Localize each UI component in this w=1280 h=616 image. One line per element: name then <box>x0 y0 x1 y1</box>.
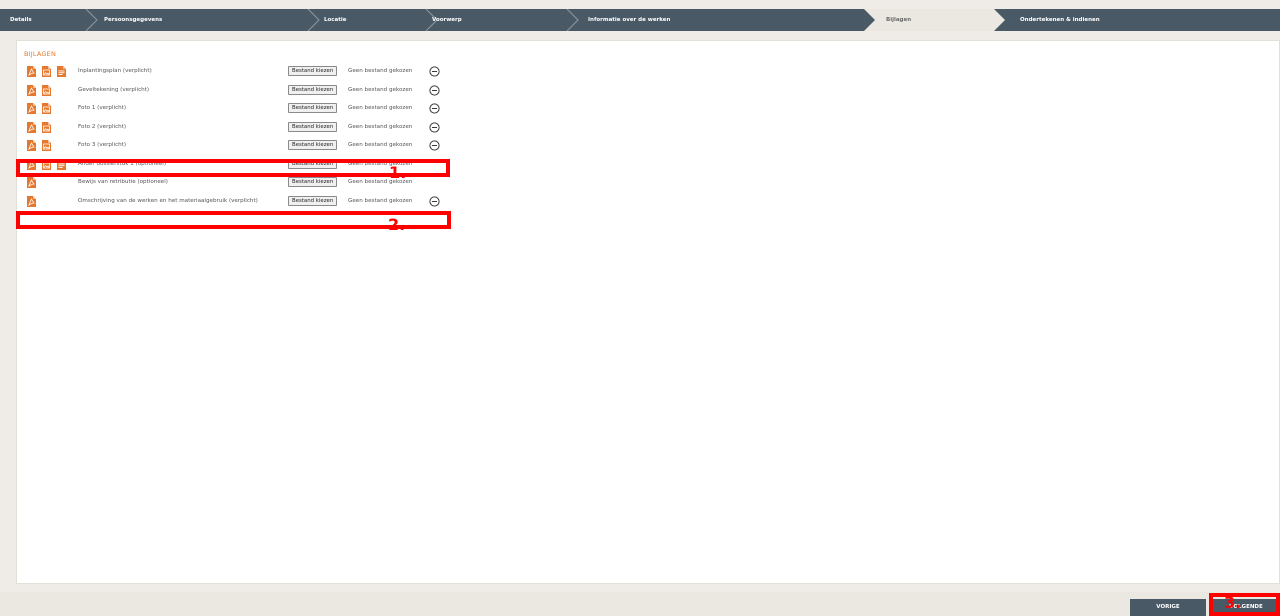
pdf-icon[interactable] <box>27 121 36 133</box>
attachment-label: Bewijs van retributie (optioneel) <box>78 179 168 185</box>
attachment-label: Foto 1 (verplicht) <box>78 105 127 111</box>
remove-circle-icon[interactable] <box>429 121 440 133</box>
document-icon[interactable] <box>57 66 66 77</box>
file-status: Geen bestand gekozen <box>348 197 413 204</box>
step-informatie-over-de-werken[interactable]: Informatie over de werken <box>576 9 866 31</box>
remove-circle-icon[interactable] <box>429 140 440 151</box>
file-status: Geen bestand gekozen <box>348 86 413 93</box>
attachment-label: Inplantingsplan (verplicht) <box>78 68 152 74</box>
image-icon[interactable] <box>42 66 51 77</box>
section-title: BIJLAGEN <box>24 50 57 58</box>
choose-file-button[interactable]: Bestand kiezen <box>288 177 338 187</box>
footer-bar <box>0 592 1280 616</box>
step-locatie[interactable]: Locatie <box>312 9 438 31</box>
choose-file-button[interactable]: Bestand kiezen <box>288 84 338 95</box>
file-status: Geen bestand gekozen <box>348 142 413 148</box>
attachments-panel: BIJLAGEN Inplantingsplan (verplicht) Bes… <box>16 40 1280 584</box>
step-ondertekenen-indienen[interactable]: Ondertekenen & indienen <box>1016 9 1280 31</box>
attachment-row: Foto 2 (verplicht) Bestand kiezen Geen b… <box>17 121 477 135</box>
attachment-label: Foto 3 (verplicht) <box>78 142 127 148</box>
file-status: Geen bestand gekozen <box>348 123 413 130</box>
attachment-label: Foto 2 (verplicht) <box>78 123 127 130</box>
previous-button[interactable]: VORIGE <box>1130 599 1206 616</box>
image-icon[interactable] <box>42 121 51 133</box>
attachment-row: Bewijs van retributie (optioneel) Bestan… <box>17 176 477 190</box>
step-label: Informatie over de werken <box>588 17 671 23</box>
image-icon[interactable] <box>42 84 51 96</box>
attachment-label: Omschrijving van de werken en het materi… <box>78 197 258 204</box>
pdf-icon[interactable] <box>27 177 36 188</box>
image-icon[interactable] <box>42 103 51 114</box>
remove-circle-icon[interactable] <box>429 84 440 96</box>
attachment-row: Omschrijving van de werken en het materi… <box>17 195 477 209</box>
attachment-label: Geveltekening (verplicht) <box>78 86 150 93</box>
pdf-icon[interactable] <box>27 195 36 207</box>
progress-stepper: Details Persoonsgegevens Locatie Voorwer… <box>0 9 1280 31</box>
step-label: Bijlagen <box>886 17 912 23</box>
file-status: Geen bestand gekozen <box>348 105 413 111</box>
attachment-row: Inplantingsplan (verplicht) Bestand kiez… <box>17 65 477 79</box>
highlight-number-2: 2. <box>388 215 406 234</box>
attachment-row: Foto 3 (verplicht) Bestand kiezen Geen b… <box>17 139 477 153</box>
pdf-icon[interactable] <box>27 103 36 114</box>
step-label: Persoonsgegevens <box>104 17 163 23</box>
pdf-icon[interactable] <box>27 66 36 77</box>
image-icon[interactable] <box>42 140 51 151</box>
remove-circle-icon[interactable] <box>429 66 440 77</box>
pdf-icon[interactable] <box>27 84 36 96</box>
choose-file-button[interactable]: Bestand kiezen <box>288 195 338 206</box>
choose-file-button[interactable]: Bestand kiezen <box>288 140 338 150</box>
choose-file-button[interactable]: Bestand kiezen <box>288 121 338 132</box>
step-bijlagen[interactable]: Bijlagen <box>864 9 1014 31</box>
highlight-box-1 <box>16 159 450 177</box>
remove-circle-icon[interactable] <box>429 195 440 207</box>
choose-file-button[interactable]: Bestand kiezen <box>288 103 338 113</box>
highlight-number-1: 1. <box>389 163 407 182</box>
step-label: Ondertekenen & indienen <box>1020 17 1100 23</box>
step-label: Voorwerp <box>432 17 462 23</box>
remove-circle-icon[interactable] <box>429 103 440 114</box>
file-status: Geen bestand gekozen <box>348 68 413 74</box>
step-label: Details <box>10 17 32 23</box>
highlight-box-2 <box>16 211 451 229</box>
highlight-number-3: 3. <box>1224 593 1242 612</box>
highlight-box-3 <box>1209 593 1280 616</box>
pdf-icon[interactable] <box>27 140 36 151</box>
step-label: Locatie <box>324 17 347 23</box>
step-persoonsgegevens[interactable]: Persoonsgegevens <box>96 9 320 31</box>
choose-file-button[interactable]: Bestand kiezen <box>288 66 338 76</box>
attachment-row: Geveltekening (verplicht) Bestand kiezen… <box>17 84 477 98</box>
attachment-row: Foto 1 (verplicht) Bestand kiezen Geen b… <box>17 102 477 116</box>
step-details[interactable]: Details <box>0 9 98 31</box>
step-voorwerp[interactable]: Voorwerp <box>420 9 579 31</box>
